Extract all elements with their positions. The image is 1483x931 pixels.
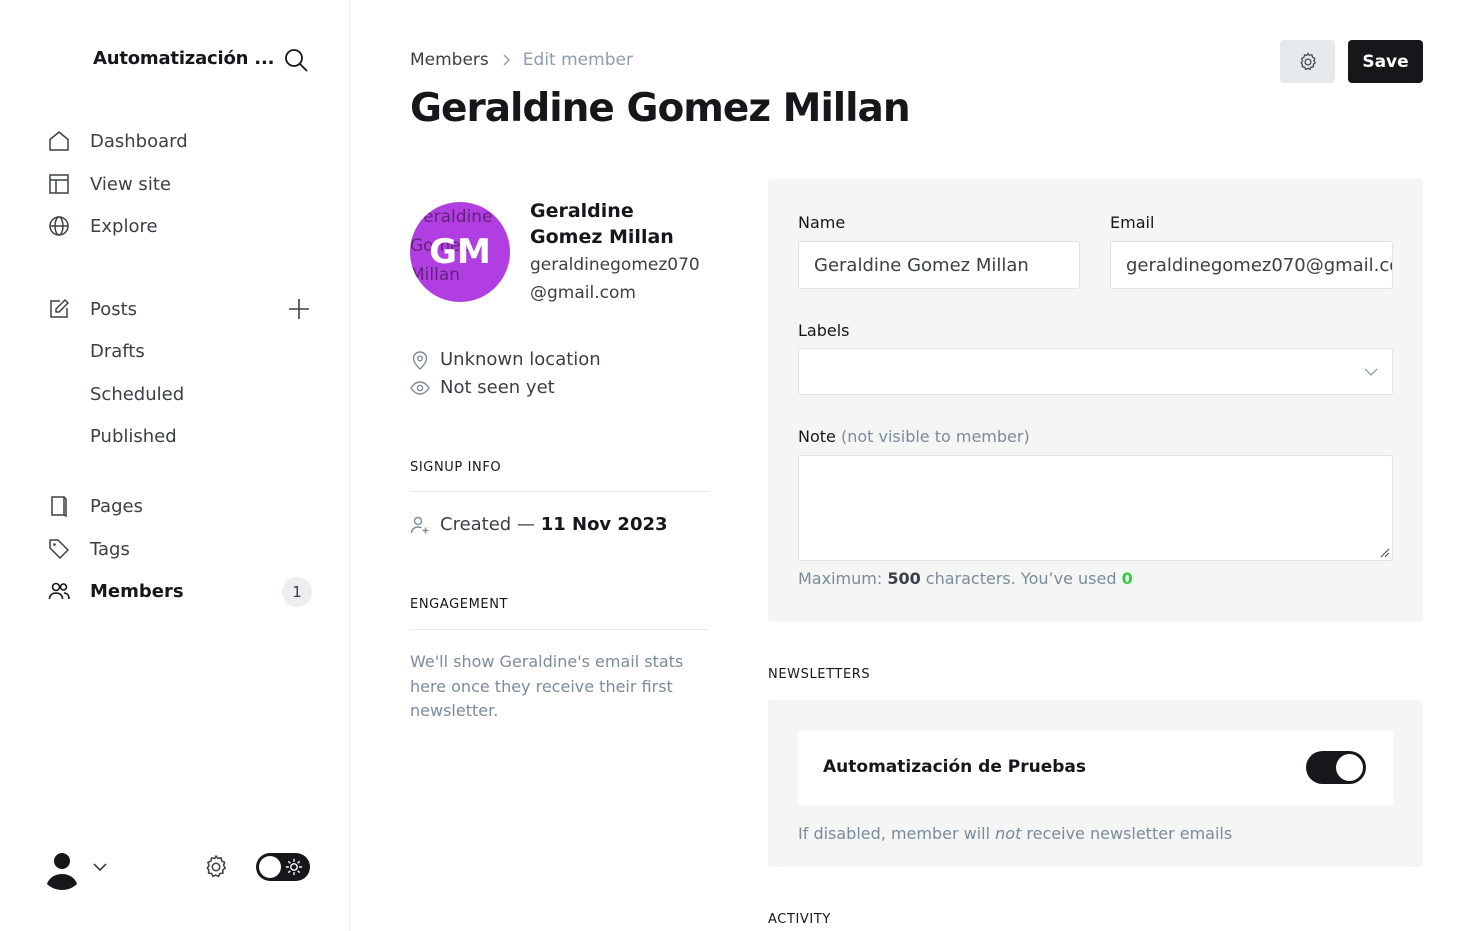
- globe-icon: [46, 213, 72, 239]
- member-settings-button[interactable]: [1280, 40, 1335, 83]
- newsletter-subscription-toggle[interactable]: [1306, 751, 1366, 784]
- sidebar-item-label: Dashboard: [90, 130, 188, 152]
- email-field[interactable]: geraldinegomez070@gmail.com: [1110, 241, 1393, 289]
- note-textarea[interactable]: [798, 455, 1393, 561]
- user-add-icon: [410, 515, 430, 535]
- members-icon: [46, 578, 72, 604]
- chevron-down-icon: [1364, 365, 1378, 379]
- sidebar: Automatización ... Dashboard View site E…: [0, 0, 350, 931]
- chevron-down-icon[interactable]: [92, 859, 108, 875]
- avatar-initials: GM: [429, 232, 491, 272]
- layout-icon: [46, 171, 72, 197]
- chevron-right-icon: [499, 53, 513, 67]
- member-name: Geraldine Gomez Millan: [530, 200, 674, 248]
- sun-icon: [285, 858, 303, 876]
- new-post-plus-icon[interactable]: [286, 296, 312, 322]
- resize-handle-icon[interactable]: [1380, 548, 1390, 558]
- sidebar-item-label: Drafts: [90, 340, 145, 362]
- sidebar-item-members[interactable]: Members: [46, 576, 184, 606]
- hint-used-count: 0: [1121, 569, 1133, 588]
- note-character-hint: Maximum: 500 characters. You’ve used 0: [798, 569, 1133, 588]
- created-prefix: Created —: [440, 514, 541, 535]
- last-seen-text: Not seen yet: [440, 377, 555, 398]
- member-created: Created — 11 Nov 2023: [410, 514, 668, 535]
- sidebar-item-label: Pages: [90, 495, 143, 517]
- toggle-knob: [1336, 754, 1363, 781]
- site-title[interactable]: Automatización ...: [93, 48, 274, 69]
- sidebar-item-label: Explore: [90, 215, 158, 237]
- tag-icon: [46, 536, 72, 562]
- labels-select[interactable]: [798, 348, 1393, 395]
- nl-hint-before: If disabled, member will: [798, 824, 996, 843]
- created-date: 11 Nov 2023: [540, 514, 668, 535]
- settings-gear-icon[interactable]: [202, 853, 230, 881]
- activity-heading: ACTIVITY: [768, 912, 831, 927]
- sidebar-item-label: Members: [90, 580, 184, 602]
- location-pin-icon: [410, 350, 430, 370]
- note-label-text: Note: [798, 427, 836, 446]
- sidebar-item-explore[interactable]: Explore: [46, 211, 158, 241]
- sidebar-item-pages[interactable]: Pages: [46, 491, 143, 521]
- engagement-heading: ENGAGEMENT: [410, 597, 509, 612]
- member-location: Unknown location: [410, 349, 601, 370]
- divider: [410, 491, 708, 492]
- labels-label: Labels: [798, 321, 850, 340]
- name-field[interactable]: Geraldine Gomez Millan: [798, 241, 1080, 289]
- theme-toggle[interactable]: [256, 853, 310, 881]
- hint-max: 500: [887, 569, 921, 588]
- eye-icon: [410, 378, 430, 398]
- sidebar-item-published[interactable]: Published: [90, 421, 177, 451]
- engagement-text: We'll show Geraldine's email stats here …: [410, 652, 684, 720]
- sidebar-item-tags[interactable]: Tags: [46, 534, 130, 564]
- sidebar-item-label: View site: [90, 173, 171, 195]
- sidebar-item-label: Posts: [90, 298, 138, 320]
- newsletters-heading: NEWSLETTERS: [768, 667, 871, 682]
- page-icon: [46, 493, 72, 519]
- email-label: Email: [1110, 213, 1155, 232]
- note-sublabel: (not visible to member): [840, 427, 1030, 446]
- page-title: Geraldine Gomez Millan: [410, 86, 911, 131]
- breadcrumb: Members Edit member: [410, 50, 633, 70]
- breadcrumb-members-link[interactable]: Members: [410, 50, 489, 70]
- hint-prefix: Maximum:: [798, 569, 888, 588]
- save-button[interactable]: Save: [1348, 40, 1423, 83]
- newsletter-hint: If disabled, member will not receive new…: [798, 824, 1232, 843]
- sidebar-item-dashboard[interactable]: Dashboard: [46, 126, 188, 156]
- gear-icon: [1300, 52, 1316, 70]
- sidebar-item-label: Tags: [90, 538, 130, 560]
- toggle-knob: [259, 856, 281, 878]
- sidebar-item-drafts[interactable]: Drafts: [90, 336, 145, 366]
- sidebar-item-label: Scheduled: [90, 383, 185, 405]
- sidebar-item-scheduled[interactable]: Scheduled: [90, 379, 184, 409]
- home-icon: [46, 128, 72, 154]
- search-icon[interactable]: [283, 47, 309, 73]
- divider: [410, 629, 708, 630]
- hint-middle: characters. You’ve used: [920, 569, 1122, 588]
- nl-hint-after: receive newsletter emails: [1021, 824, 1233, 843]
- newsletter-name: Automatización de Pruebas: [823, 757, 1087, 777]
- edit-icon: [46, 296, 72, 322]
- sidebar-item-view-site[interactable]: View site: [46, 169, 171, 199]
- signup-info-heading: SIGNUP INFO: [410, 460, 502, 475]
- user-avatar[interactable]: [40, 846, 84, 890]
- member-avatar: Geraldine Gomez Millan GM: [410, 202, 510, 302]
- nl-hint-em: not: [995, 824, 1022, 843]
- member-email: geraldinegomez070@gmail.com: [530, 255, 700, 303]
- name-label: Name: [798, 213, 846, 232]
- sidebar-item-label: Published: [90, 425, 177, 447]
- location-text: Unknown location: [440, 349, 601, 370]
- sidebar-item-posts[interactable]: Posts: [46, 294, 137, 324]
- member-last-seen: Not seen yet: [410, 377, 555, 398]
- members-count-badge: 1: [282, 577, 312, 607]
- note-label: Note (not visible to member): [798, 427, 1030, 446]
- breadcrumb-current: Edit member: [522, 50, 633, 70]
